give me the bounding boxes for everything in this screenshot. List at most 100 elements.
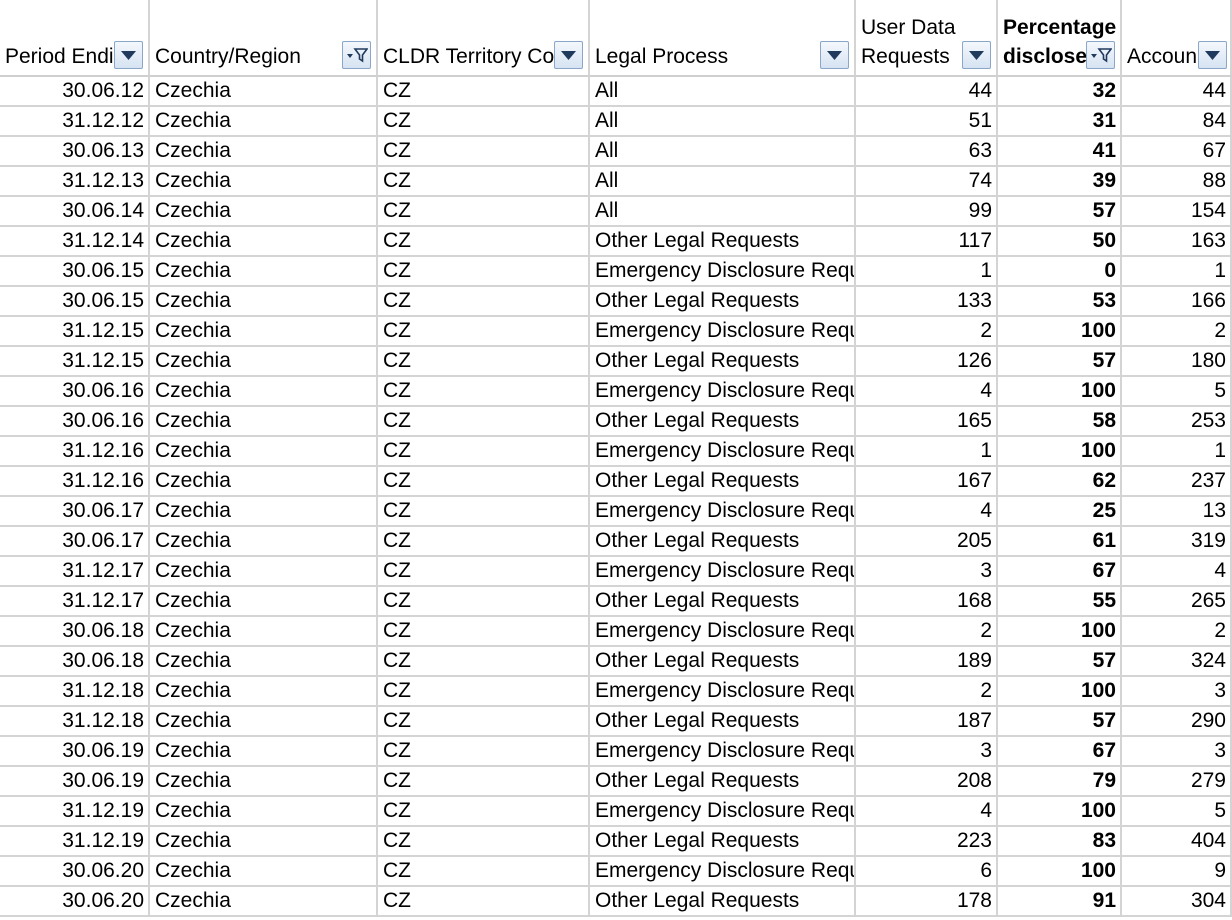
cell-pct[interactable]: 53 xyxy=(998,287,1122,317)
column-header-requests[interactable]: User Data Requests xyxy=(856,0,998,77)
cell-legal[interactable]: Other Legal Requests xyxy=(590,647,856,677)
cell-accounts[interactable]: 290 xyxy=(1122,707,1232,737)
cell-country[interactable]: Czechia xyxy=(150,437,378,467)
cell-pct[interactable]: 50 xyxy=(998,227,1122,257)
cell-legal[interactable]: Other Legal Requests xyxy=(590,467,856,497)
cell-cldr[interactable]: CZ xyxy=(378,347,590,377)
cell-period[interactable]: 31.12.17 xyxy=(0,587,150,617)
cell-legal[interactable]: Emergency Disclosure Requ xyxy=(590,437,856,467)
cell-period[interactable]: 30.06.19 xyxy=(0,767,150,797)
cell-period[interactable]: 31.12.17 xyxy=(0,557,150,587)
cell-pct[interactable]: 100 xyxy=(998,857,1122,887)
cell-period[interactable]: 30.06.13 xyxy=(0,137,150,167)
filter-dropdown-button[interactable] xyxy=(820,41,849,69)
cell-requests[interactable]: 1 xyxy=(856,437,998,467)
cell-accounts[interactable]: 9 xyxy=(1122,857,1232,887)
cell-accounts[interactable]: 154 xyxy=(1122,197,1232,227)
cell-accounts[interactable]: 2 xyxy=(1122,317,1232,347)
cell-legal[interactable]: All xyxy=(590,77,856,107)
cell-accounts[interactable]: 324 xyxy=(1122,647,1232,677)
cell-legal[interactable]: Emergency Disclosure Requ xyxy=(590,617,856,647)
cell-pct[interactable]: 61 xyxy=(998,527,1122,557)
cell-period[interactable]: 31.12.12 xyxy=(0,107,150,137)
cell-legal[interactable]: Other Legal Requests xyxy=(590,227,856,257)
cell-pct[interactable]: 55 xyxy=(998,587,1122,617)
cell-country[interactable]: Czechia xyxy=(150,767,378,797)
cell-period[interactable]: 31.12.16 xyxy=(0,437,150,467)
cell-legal[interactable]: Other Legal Requests xyxy=(590,527,856,557)
cell-pct[interactable]: 31 xyxy=(998,107,1122,137)
cell-legal[interactable]: All xyxy=(590,137,856,167)
cell-cldr[interactable]: CZ xyxy=(378,377,590,407)
cell-cldr[interactable]: CZ xyxy=(378,257,590,287)
cell-pct[interactable]: 57 xyxy=(998,197,1122,227)
cell-legal[interactable]: Other Legal Requests xyxy=(590,707,856,737)
cell-accounts[interactable]: 67 xyxy=(1122,137,1232,167)
cell-cldr[interactable]: CZ xyxy=(378,167,590,197)
cell-accounts[interactable]: 5 xyxy=(1122,797,1232,827)
cell-pct[interactable]: 62 xyxy=(998,467,1122,497)
column-header-period[interactable]: Period Endi xyxy=(0,0,150,77)
cell-accounts[interactable]: 237 xyxy=(1122,467,1232,497)
cell-requests[interactable]: 2 xyxy=(856,617,998,647)
cell-legal[interactable]: Other Legal Requests xyxy=(590,347,856,377)
cell-requests[interactable]: 3 xyxy=(856,557,998,587)
cell-cldr[interactable]: CZ xyxy=(378,137,590,167)
cell-legal[interactable]: Emergency Disclosure Requ xyxy=(590,557,856,587)
cell-pct[interactable]: 25 xyxy=(998,497,1122,527)
cell-accounts[interactable]: 13 xyxy=(1122,497,1232,527)
cell-requests[interactable]: 178 xyxy=(856,887,998,917)
cell-cldr[interactable]: CZ xyxy=(378,647,590,677)
cell-period[interactable]: 30.06.19 xyxy=(0,737,150,767)
cell-legal[interactable]: All xyxy=(590,197,856,227)
cell-period[interactable]: 30.06.15 xyxy=(0,257,150,287)
cell-cldr[interactable]: CZ xyxy=(378,557,590,587)
cell-legal[interactable]: Other Legal Requests xyxy=(590,287,856,317)
cell-legal[interactable]: Emergency Disclosure Requ xyxy=(590,317,856,347)
cell-requests[interactable]: 63 xyxy=(856,137,998,167)
cell-accounts[interactable]: 279 xyxy=(1122,767,1232,797)
cell-requests[interactable]: 168 xyxy=(856,587,998,617)
cell-country[interactable]: Czechia xyxy=(150,587,378,617)
cell-period[interactable]: 31.12.18 xyxy=(0,707,150,737)
cell-requests[interactable]: 4 xyxy=(856,377,998,407)
cell-cldr[interactable]: CZ xyxy=(378,107,590,137)
cell-period[interactable]: 30.06.14 xyxy=(0,197,150,227)
cell-legal[interactable]: Emergency Disclosure Requ xyxy=(590,677,856,707)
cell-period[interactable]: 30.06.16 xyxy=(0,377,150,407)
column-header-cldr[interactable]: CLDR Territory Co xyxy=(378,0,590,77)
cell-period[interactable]: 30.06.15 xyxy=(0,287,150,317)
cell-country[interactable]: Czechia xyxy=(150,347,378,377)
cell-country[interactable]: Czechia xyxy=(150,557,378,587)
cell-requests[interactable]: 51 xyxy=(856,107,998,137)
cell-pct[interactable]: 58 xyxy=(998,407,1122,437)
cell-country[interactable]: Czechia xyxy=(150,617,378,647)
cell-requests[interactable]: 205 xyxy=(856,527,998,557)
cell-accounts[interactable]: 166 xyxy=(1122,287,1232,317)
cell-legal[interactable]: Emergency Disclosure Requ xyxy=(590,257,856,287)
cell-requests[interactable]: 117 xyxy=(856,227,998,257)
cell-requests[interactable]: 4 xyxy=(856,797,998,827)
cell-pct[interactable]: 67 xyxy=(998,557,1122,587)
cell-pct[interactable]: 57 xyxy=(998,707,1122,737)
cell-country[interactable]: Czechia xyxy=(150,887,378,917)
cell-cldr[interactable]: CZ xyxy=(378,77,590,107)
filter-dropdown-button[interactable] xyxy=(342,41,371,69)
cell-legal[interactable]: Other Legal Requests xyxy=(590,827,856,857)
cell-legal[interactable]: Emergency Disclosure Requ xyxy=(590,497,856,527)
cell-accounts[interactable]: 5 xyxy=(1122,377,1232,407)
cell-requests[interactable]: 1 xyxy=(856,257,998,287)
cell-cldr[interactable]: CZ xyxy=(378,437,590,467)
cell-cldr[interactable]: CZ xyxy=(378,677,590,707)
cell-pct[interactable]: 100 xyxy=(998,317,1122,347)
cell-period[interactable]: 31.12.15 xyxy=(0,317,150,347)
cell-period[interactable]: 31.12.19 xyxy=(0,797,150,827)
cell-legal[interactable]: Other Legal Requests xyxy=(590,887,856,917)
cell-period[interactable]: 31.12.16 xyxy=(0,467,150,497)
cell-cldr[interactable]: CZ xyxy=(378,467,590,497)
cell-cldr[interactable]: CZ xyxy=(378,497,590,527)
cell-country[interactable]: Czechia xyxy=(150,137,378,167)
cell-pct[interactable]: 100 xyxy=(998,437,1122,467)
cell-legal[interactable]: Emergency Disclosure Requ xyxy=(590,857,856,887)
cell-cldr[interactable]: CZ xyxy=(378,227,590,257)
